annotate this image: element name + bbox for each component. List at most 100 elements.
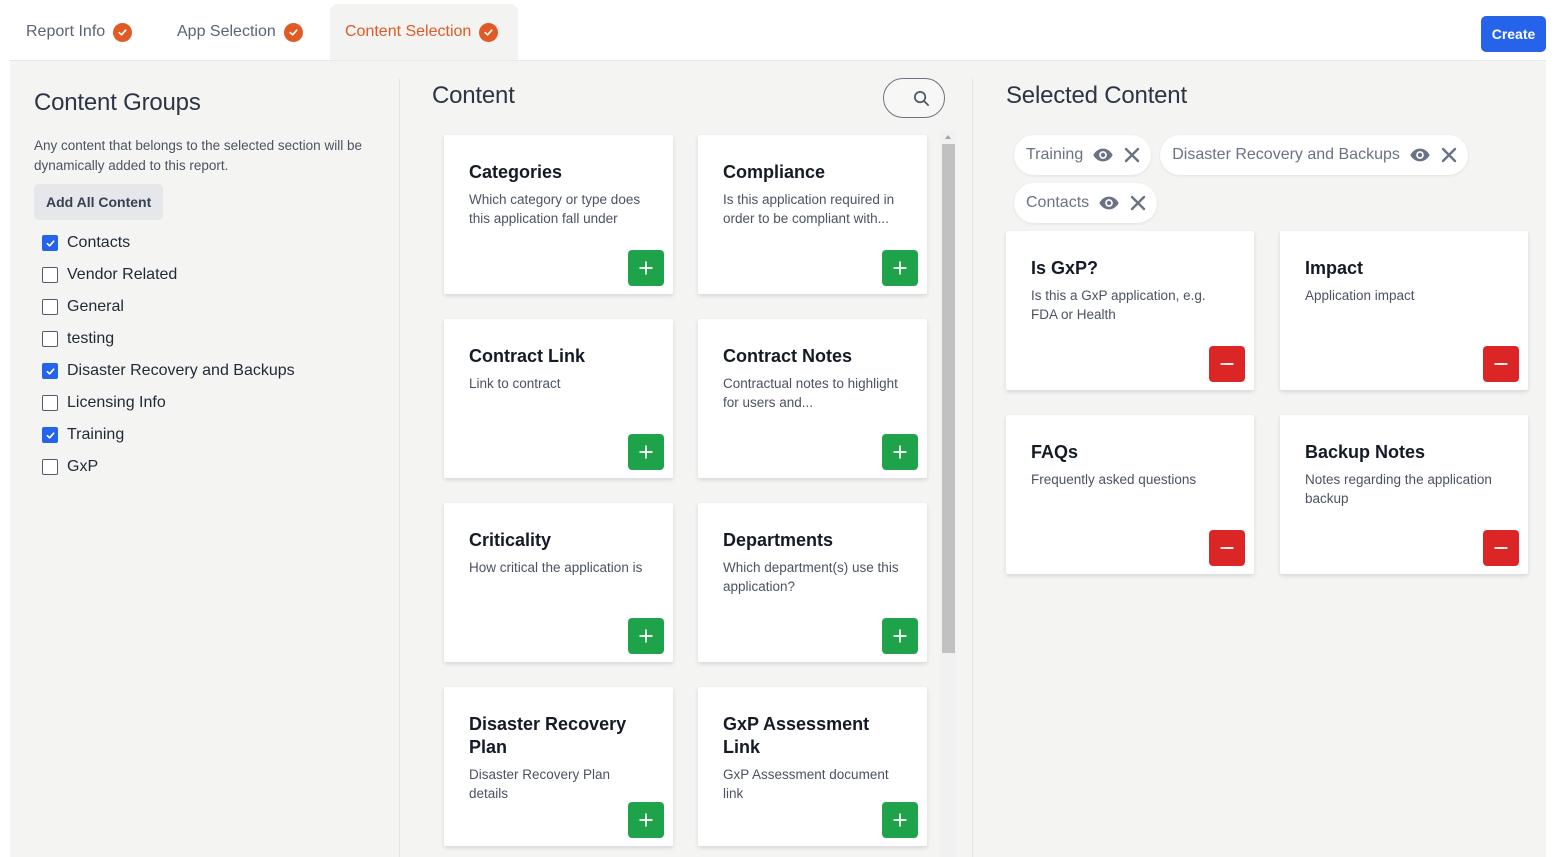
selected-content-card: FAQs Frequently asked questions <box>1006 415 1254 574</box>
content-group-item[interactable]: Disaster Recovery and Backups <box>34 355 374 387</box>
eye-icon[interactable] <box>1409 144 1431 166</box>
tab-app-selection[interactable]: App Selection <box>156 4 330 60</box>
minus-icon <box>1219 356 1235 372</box>
scroll-up-arrow-icon[interactable] <box>945 135 951 139</box>
checkbox[interactable] <box>42 331 58 347</box>
content-group-item[interactable]: Contacts <box>34 227 374 259</box>
add-content-button[interactable] <box>628 434 664 470</box>
add-content-button[interactable] <box>882 802 918 838</box>
content-card: Departments Which department(s) use this … <box>698 503 927 662</box>
tab-label: Content Selection <box>345 23 472 40</box>
selected-card-title: Is GxP? <box>1031 258 1099 278</box>
content-card-description: Disaster Recovery Plan details <box>469 767 611 801</box>
content-card-title: Disaster Recovery Plan <box>469 714 627 757</box>
add-content-button[interactable] <box>628 618 664 654</box>
content-card-description: How critical the application is <box>469 560 643 575</box>
selected-card-title: Backup Notes <box>1305 442 1426 462</box>
add-content-button[interactable] <box>882 618 918 654</box>
plus-icon <box>892 444 908 460</box>
content-card-title: Contract Notes <box>723 346 853 366</box>
selected-content-card: Is GxP? Is this a GxP application, e.g. F… <box>1006 231 1254 390</box>
search-button[interactable] <box>883 78 945 118</box>
content-group-item[interactable]: testing <box>34 323 374 355</box>
content-group-item[interactable]: Vendor Related <box>34 259 374 291</box>
selected-content-card: Impact Application impact <box>1280 231 1528 390</box>
content-group-item[interactable]: GxP <box>34 451 374 483</box>
search-icon <box>913 90 930 107</box>
eye-icon[interactable] <box>1098 192 1120 214</box>
add-content-button[interactable] <box>628 802 664 838</box>
content-group-item[interactable]: General <box>34 291 374 323</box>
content-group-label: Training <box>67 426 125 443</box>
close-icon[interactable] <box>1441 147 1457 163</box>
content-group-item[interactable]: Licensing Info <box>34 387 374 419</box>
checkbox[interactable] <box>42 235 58 251</box>
selected-card-description: Frequently asked questions <box>1031 472 1197 487</box>
chip-label: Disaster Recovery and Backups <box>1172 146 1400 163</box>
content-card: Contract Notes Contractual notes to highl… <box>698 319 927 478</box>
selected-card-description: Is this a GxP application, e.g. FDA or H… <box>1031 288 1206 322</box>
selected-group-chip: Disaster Recovery and Backups <box>1160 135 1468 175</box>
content-group-label: testing <box>67 330 115 347</box>
checkbox[interactable] <box>42 267 58 283</box>
add-content-button[interactable] <box>628 250 664 286</box>
plus-icon <box>892 260 908 276</box>
remove-content-button[interactable] <box>1483 346 1519 382</box>
plus-icon <box>638 260 654 276</box>
add-content-button[interactable] <box>882 434 918 470</box>
content-card-title: Compliance <box>723 162 826 182</box>
content-card-title: GxP Assessment Link <box>723 714 870 757</box>
scrollbar-thumb[interactable] <box>942 144 955 653</box>
minus-icon <box>1493 540 1509 556</box>
content-group-label: GxP <box>67 458 99 475</box>
tab-label: App Selection <box>177 23 276 40</box>
checkbox[interactable] <box>42 395 58 411</box>
check-circle-icon <box>113 22 133 42</box>
selected-group-chips: Training Disaster Recovery and Backups Con… <box>1014 135 1534 223</box>
wizard-tabs: Report Info App Selection Content Select… <box>10 4 518 60</box>
selected-content-title: Selected Content <box>1006 82 1187 109</box>
selected-card-description: Notes regarding the application backup <box>1305 472 1492 506</box>
create-button[interactable]: Create <box>1481 16 1546 52</box>
content-group-label: Contacts <box>67 234 131 251</box>
content-card: Criticality How critical the application … <box>444 503 673 662</box>
checkbox[interactable] <box>42 427 58 443</box>
tab-report-info[interactable]: Report Info <box>10 4 156 60</box>
panel-divider <box>399 79 400 857</box>
selected-card-list: Is GxP? Is this a GxP application, e.g. F… <box>1006 231 1536 631</box>
selected-card-title: FAQs <box>1031 442 1079 462</box>
content-card-description: Link to contract <box>469 376 561 391</box>
remove-content-button[interactable] <box>1483 530 1519 566</box>
content-group-item[interactable]: Training <box>34 419 374 451</box>
eye-icon[interactable] <box>1092 144 1114 166</box>
add-all-content-button[interactable]: Add All Content <box>34 184 164 220</box>
tab-content-selection[interactable]: Content Selection <box>330 4 518 60</box>
content-groups-description: Any content that belongs to the selected… <box>34 138 362 173</box>
checkbox[interactable] <box>42 299 58 315</box>
content-card-title: Departments <box>723 530 834 550</box>
content-card-list: Categories Which category or type does th… <box>432 131 944 857</box>
plus-icon <box>638 812 654 828</box>
close-icon[interactable] <box>1130 195 1146 211</box>
content-card-title: Contract Link <box>469 346 586 366</box>
plus-icon <box>638 628 654 644</box>
minus-icon <box>1219 540 1235 556</box>
add-content-button[interactable] <box>882 250 918 286</box>
content-card-description: Which department(s) use this application… <box>723 560 899 594</box>
chip-label: Contacts <box>1026 194 1090 211</box>
check-circle-icon <box>479 22 499 42</box>
checkbox[interactable] <box>42 459 58 475</box>
checkbox[interactable] <box>42 363 58 379</box>
plus-icon <box>892 628 908 644</box>
remove-content-button[interactable] <box>1209 346 1245 382</box>
content-card: GxP Assessment Link GxP Assessment docume… <box>698 687 927 846</box>
content-card-description: Which category or type does this applica… <box>469 192 641 226</box>
content-scrollbar[interactable] <box>940 131 956 857</box>
close-icon[interactable] <box>1124 147 1140 163</box>
content-card-description: Contractual notes to highlight for users… <box>723 376 898 410</box>
content-title: Content <box>432 82 515 109</box>
selected-content-card: Backup Notes Notes regarding the applicat… <box>1280 415 1528 574</box>
content-card: Categories Which category or type does th… <box>444 135 673 294</box>
remove-content-button[interactable] <box>1209 530 1245 566</box>
plus-icon <box>892 812 908 828</box>
